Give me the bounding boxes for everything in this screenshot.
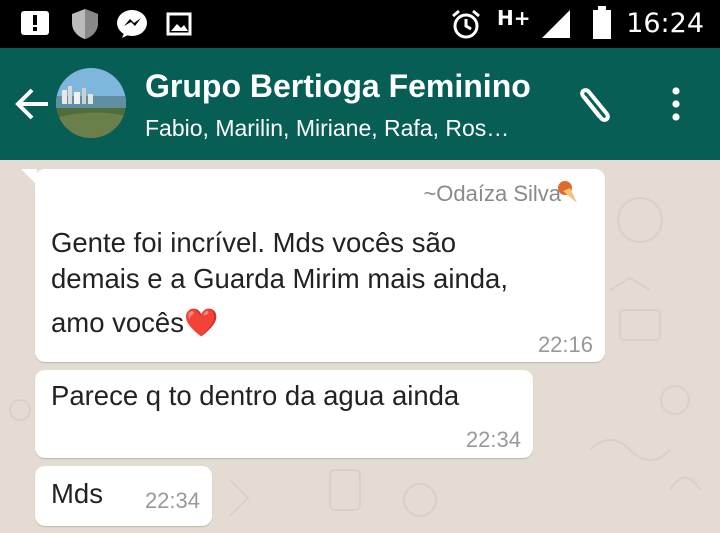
- chat-messages[interactable]: ~Odaíza Silva Gente foi incrível. Mds vo…: [0, 160, 720, 533]
- message-line: demais e a Guarda Mirim mais ainda,: [51, 263, 508, 294]
- shield-icon: [72, 9, 98, 39]
- message-time: 22:34: [144, 488, 200, 513]
- message-bubble[interactable]: ~Odaíza Silva Gente foi incrível. Mds vo…: [21, 169, 605, 362]
- message-bubble[interactable]: Mds 22:34: [35, 466, 212, 526]
- image-icon: [166, 12, 192, 36]
- message-time: 22:34: [465, 427, 521, 452]
- battery-icon: [593, 6, 611, 39]
- alert-icon: [21, 11, 49, 35]
- network-type: H+: [497, 6, 531, 30]
- chat-participants[interactable]: Fabio, Marilin, Miriane, Rafa, Ros…: [145, 115, 509, 142]
- signal-icon: [542, 10, 570, 38]
- message-line: Gente foi incrível. Mds vocês são: [51, 227, 457, 258]
- group-avatar[interactable]: [56, 68, 126, 138]
- message-bubble[interactable]: Parece q to dentro da agua ainda 22:34: [35, 370, 533, 458]
- message-text: Parece q to dentro da agua ainda: [51, 378, 459, 414]
- chat-header: Grupo Bertioga Feminino Fabio, Marilin, …: [0, 48, 720, 160]
- status-time: 16:24: [626, 8, 704, 39]
- paperclip-icon[interactable]: [571, 82, 617, 128]
- status-bar: H+ 16:24: [0, 0, 720, 48]
- message-sender[interactable]: ~Odaíza Silva: [423, 181, 561, 207]
- message-text: Mds: [51, 476, 103, 512]
- bubble-tail: [21, 169, 37, 185]
- back-arrow-icon[interactable]: [14, 86, 50, 122]
- message-line: Mds: [51, 478, 103, 509]
- message-text: Gente foi incrível. Mds vocês são demais…: [51, 225, 508, 341]
- ice-cream-icon: [558, 181, 577, 203]
- avatar-photo: [56, 68, 126, 138]
- messenger-icon: [117, 10, 147, 38]
- message-time: 22:16: [537, 332, 593, 357]
- message-line: Parece q to dentro da agua ainda: [51, 380, 460, 411]
- message-line: amo vocês❤️: [51, 307, 219, 338]
- chat-title[interactable]: Grupo Bertioga Feminino: [145, 68, 531, 105]
- more-options-icon[interactable]: [666, 86, 686, 122]
- alarm-icon: [452, 9, 480, 39]
